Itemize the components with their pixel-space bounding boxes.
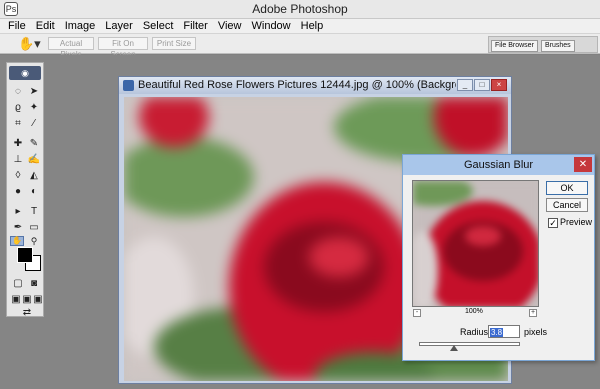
palette-well: File Browser Brushes: [488, 36, 598, 53]
menu-select[interactable]: Select: [143, 19, 174, 33]
actual-pixels-button[interactable]: Actual Pixels: [48, 37, 94, 59]
radius-value: 3.8: [490, 328, 504, 337]
jump-to-imageready-icon[interactable]: ⇄: [17, 306, 37, 319]
radius-label: Radius:: [460, 327, 491, 337]
history-brush-tool-icon[interactable]: ✍: [27, 153, 41, 166]
type-tool-icon[interactable]: T: [27, 205, 41, 218]
move-tool-icon[interactable]: ➤: [27, 85, 41, 98]
dialog-close-button[interactable]: ✕: [574, 157, 592, 172]
preview-zoom-level: 100%: [465, 308, 483, 315]
pen-tool-icon[interactable]: ✒: [11, 221, 25, 234]
radius-slider-track[interactable]: [419, 342, 520, 346]
hand-tool-icon[interactable]: ✋: [10, 236, 24, 246]
toolbox-logo[interactable]: ◉: [9, 66, 41, 80]
menu-bar: File Edit Image Layer Select Filter View…: [0, 19, 600, 34]
radius-slider-handle[interactable]: [450, 345, 459, 351]
blur-preview-area[interactable]: [412, 180, 539, 307]
preview-rose-image: [413, 181, 538, 306]
document-title: Beautiful Red Rose Flowers Pictures 1244…: [138, 79, 456, 91]
print-size-button[interactable]: Print Size: [152, 37, 196, 50]
full-screen-mode-icon[interactable]: ▣: [31, 293, 45, 306]
app-titlebar: Ps Adobe Photoshop: [0, 0, 600, 19]
ok-button[interactable]: OK: [546, 181, 588, 195]
crop-tool-icon[interactable]: ⌗: [11, 117, 25, 130]
eraser-tool-icon[interactable]: ◊: [11, 169, 25, 182]
tab-brushes[interactable]: Brushes: [541, 40, 575, 52]
menu-view[interactable]: View: [218, 19, 242, 33]
marquee-tool-icon[interactable]: ◌: [11, 85, 25, 98]
options-bar: ✋▾ Actual Pixels Fit On Screen Print Siz…: [0, 34, 600, 59]
cancel-button[interactable]: Cancel: [546, 198, 588, 212]
fit-on-screen-button[interactable]: Fit On Screen: [98, 37, 148, 59]
toolbox: ◉ ◌ ➤ ϱ ✦ ⌗ ⁄ ✚ ✎ ⊥ ✍ ◊ ◭ ● ◐ ▸ T ✒ ▭ ✋ …: [6, 62, 45, 319]
dodge-tool-icon[interactable]: ◐: [27, 185, 41, 198]
zoom-tool-icon[interactable]: ⚲: [27, 236, 41, 246]
paint-bucket-tool-icon[interactable]: ◭: [27, 169, 41, 182]
document-titlebar[interactable]: Beautiful Red Rose Flowers Pictures 1244…: [119, 77, 511, 94]
slice-tool-icon[interactable]: ⁄: [27, 117, 41, 130]
zoom-in-button[interactable]: +: [529, 309, 537, 317]
brush-tool-icon[interactable]: ✎: [27, 137, 41, 150]
menu-window[interactable]: Window: [252, 19, 291, 33]
document-close-button[interactable]: ×: [491, 79, 507, 91]
lasso-tool-icon[interactable]: ϱ: [11, 101, 25, 114]
menu-layer[interactable]: Layer: [105, 19, 133, 33]
shape-tool-icon[interactable]: ▭: [27, 221, 41, 234]
foreground-color-swatch[interactable]: [17, 247, 33, 263]
blur-tool-icon[interactable]: ●: [11, 185, 25, 198]
path-selection-tool-icon[interactable]: ▸: [11, 205, 25, 218]
menu-filter[interactable]: Filter: [183, 19, 207, 33]
magic-wand-tool-icon[interactable]: ✦: [27, 101, 41, 114]
menu-help[interactable]: Help: [301, 19, 324, 33]
document-maximize-button[interactable]: □: [474, 79, 490, 91]
document-icon: [123, 80, 134, 91]
quick-mask-mode-icon[interactable]: ◙: [27, 277, 41, 290]
standard-mode-icon[interactable]: ▢: [11, 277, 25, 290]
dialog-title: Gaussian Blur: [403, 155, 594, 175]
zoom-out-button[interactable]: -: [413, 309, 421, 317]
radius-input[interactable]: 3.8: [488, 325, 520, 338]
document-minimize-button[interactable]: _: [457, 79, 473, 91]
hand-tool-preset-icon[interactable]: ✋▾: [18, 36, 41, 52]
clone-stamp-tool-icon[interactable]: ⊥: [11, 153, 25, 166]
preview-label: Preview: [560, 217, 593, 227]
tab-file-browser[interactable]: File Browser: [491, 40, 538, 52]
radius-unit-label: pixels: [524, 327, 548, 337]
preview-checkbox[interactable]: ✓: [548, 218, 558, 228]
healing-brush-tool-icon[interactable]: ✚: [11, 137, 25, 150]
app-title: Adobe Photoshop: [252, 2, 348, 16]
menu-image[interactable]: Image: [65, 19, 96, 33]
gaussian-blur-dialog: Gaussian Blur ✕ OK Cancel ✓ Preview - 10…: [402, 154, 595, 361]
menu-edit[interactable]: Edit: [36, 19, 55, 33]
menu-file[interactable]: File: [8, 19, 26, 33]
